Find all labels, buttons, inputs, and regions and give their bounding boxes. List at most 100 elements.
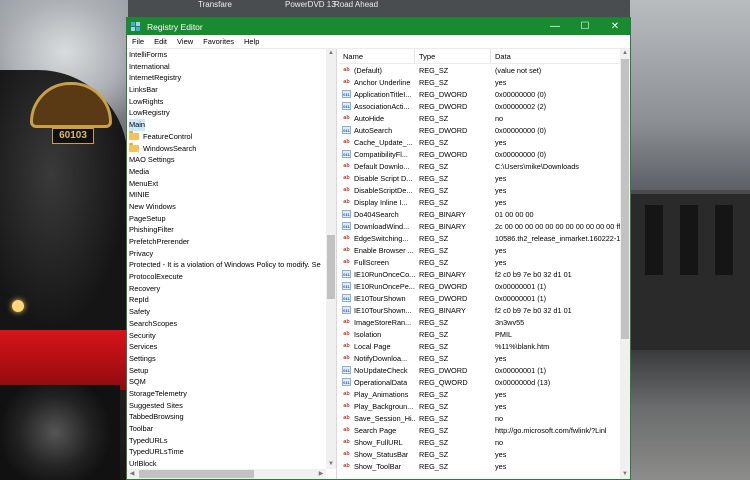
value-row[interactable]: ab FullScreen REG_SZ yes <box>339 256 620 268</box>
tree-item[interactable]: PhishingFilter <box>127 224 326 236</box>
title-bar[interactable]: Registry Editor — ☐ ✕ <box>127 18 630 35</box>
value-row[interactable]: ab Show_StatusBar REG_SZ yes <box>339 448 620 460</box>
value-row[interactable]: 011 OperationalData REG_QWORD 0x0000000d (1… <box>339 376 620 388</box>
menu-file[interactable]: File <box>127 37 149 46</box>
value-row[interactable]: ab AutoHide REG_SZ no <box>339 112 620 124</box>
value-row[interactable]: 011 ApplicationTitleI... REG_DWORD 0x000000… <box>339 88 620 100</box>
value-row[interactable]: ab Save_Session_Hi... REG_SZ no <box>339 412 620 424</box>
tree-item[interactable]: ProtocolExecute <box>127 271 326 283</box>
value-row[interactable]: ab Show_FullURL REG_SZ no <box>339 436 620 448</box>
tree-scroll-thumb[interactable] <box>327 235 335 299</box>
value-row[interactable]: ab EdgeSwitching... REG_SZ 10586.th2_releas… <box>339 232 620 244</box>
tree-item[interactable]: Safety <box>127 306 326 318</box>
tree-item[interactable]: Settings <box>127 353 326 365</box>
tree-item[interactable]: PrefetchPrerender <box>127 236 326 248</box>
value-row[interactable]: ab Enable Browser ... REG_SZ yes <box>339 244 620 256</box>
scroll-up-arrow-icon[interactable]: ▲ <box>620 49 630 58</box>
column-header-type[interactable]: Type <box>415 49 491 64</box>
menu-favorites[interactable]: Favorites <box>198 37 239 46</box>
menu-help[interactable]: Help <box>239 37 264 46</box>
close-button[interactable]: ✕ <box>600 18 630 35</box>
value-row[interactable]: 011 IE10RunOncePe... REG_DWORD 0x00000001 (… <box>339 280 620 292</box>
value-row[interactable]: ab Display Inline I... REG_SZ yes <box>339 196 620 208</box>
value-row[interactable]: ab Local Page REG_SZ %11%\blank.htm <box>339 340 620 352</box>
tree-vertical-scrollbar[interactable]: ▲ ▼ <box>326 49 336 469</box>
tree-item[interactable]: StorageTelemetry <box>127 388 326 400</box>
column-header-data[interactable]: Data <box>491 49 620 64</box>
tree-item[interactable]: Media <box>127 166 326 178</box>
value-row[interactable]: 011 DownloadWind... REG_BINARY 2c 00 00 00 … <box>339 220 620 232</box>
tree-item[interactable]: TypedURLsTime <box>127 446 326 458</box>
value-row[interactable]: ab Search Page REG_SZ http://go.microsoft.c… <box>339 424 620 436</box>
value-row[interactable]: ab Play_Animations REG_SZ yes <box>339 388 620 400</box>
scroll-left-arrow-icon[interactable]: ◀ <box>127 469 137 479</box>
value-row[interactable]: 011 CompatibilityFl... REG_DWORD 0x00000000… <box>339 148 620 160</box>
tree-item[interactable]: RepId <box>127 294 326 306</box>
maximize-button[interactable]: ☐ <box>570 18 600 35</box>
value-row[interactable]: ab Show_ToolBar REG_SZ yes <box>339 460 620 472</box>
value-row[interactable]: ab Disable Script D... REG_SZ yes <box>339 172 620 184</box>
tree-item[interactable]: PageSetup <box>127 213 326 225</box>
tree-item[interactable]: MAO Settings <box>127 154 326 166</box>
tree-item[interactable]: Recovery <box>127 283 326 295</box>
value-row[interactable]: 011 NoUpdateCheck REG_DWORD 0x00000001 (1) <box>339 364 620 376</box>
tree-item[interactable]: IntelliForms <box>127 49 326 61</box>
tree-item[interactable]: LowRights <box>127 96 326 108</box>
values-scroll-thumb[interactable] <box>621 59 629 339</box>
values-vertical-scrollbar[interactable]: ▲ ▼ <box>620 49 630 479</box>
value-row[interactable]: ab NotifyDownloa... REG_SZ yes <box>339 352 620 364</box>
tree-item[interactable]: International <box>127 61 326 73</box>
menu-view[interactable]: View <box>172 37 198 46</box>
tree-item[interactable]: Main <box>127 119 326 131</box>
tree-item[interactable]: SQM <box>127 376 326 388</box>
value-row[interactable]: 011 Do404Search REG_BINARY 01 00 00 00 <box>339 208 620 220</box>
tree-item[interactable]: New Windows <box>127 201 326 213</box>
value-row[interactable]: 011 AutoSearch REG_DWORD 0x00000000 (0) <box>339 124 620 136</box>
tree-item[interactable]: MINIE <box>127 189 326 201</box>
tree-item[interactable]: FeatureControl <box>127 131 326 143</box>
tree-item[interactable]: Privacy <box>127 248 326 260</box>
tree-item[interactable]: TypedURLs <box>127 435 326 447</box>
tree-item[interactable]: UrlBlock <box>127 458 326 469</box>
value-row[interactable]: ab Cache_Update_... REG_SZ yes <box>339 136 620 148</box>
column-header-name[interactable]: Name <box>339 49 415 64</box>
value-row[interactable]: ab (Default) REG_SZ (value not set) <box>339 64 620 76</box>
minimize-button[interactable]: — <box>540 18 570 35</box>
desktop-icon-label[interactable]: PowerDVD 13 <box>285 0 336 9</box>
value-row[interactable]: 011 IE10RunOnceCo... REG_BINARY f2 c0 b9 7e… <box>339 268 620 280</box>
tree-item[interactable]: TabbedBrowsing <box>127 411 326 423</box>
value-row[interactable]: ab Isolation REG_SZ PMIL <box>339 328 620 340</box>
tree-item[interactable]: Services <box>127 341 326 353</box>
value-row[interactable]: ab Anchor Underline REG_SZ yes <box>339 76 620 88</box>
wallpaper-coach-window <box>680 205 698 275</box>
tree-item[interactable]: Setup <box>127 365 326 377</box>
binary-value-icon: 011 <box>342 90 351 98</box>
scroll-down-arrow-icon[interactable]: ▼ <box>620 470 630 479</box>
tree-item[interactable]: SearchScopes <box>127 318 326 330</box>
menu-edit[interactable]: Edit <box>149 37 172 46</box>
tree-hscroll-thumb[interactable] <box>139 470 254 478</box>
value-row[interactable]: 011 IE10TourShown REG_DWORD 0x00000001 (1) <box>339 292 620 304</box>
tree-item[interactable]: Security <box>127 330 326 342</box>
scroll-up-arrow-icon[interactable]: ▲ <box>326 49 336 58</box>
value-row[interactable]: ab Default Downlo... REG_SZ C:\Users\mike\D… <box>339 160 620 172</box>
value-row[interactable]: 011 AssociationActi... REG_DWORD 0x00000002… <box>339 100 620 112</box>
value-row[interactable]: 011 IE10TourShown... REG_BINARY f2 c0 b9 7e… <box>339 304 620 316</box>
scroll-right-arrow-icon[interactable]: ▶ <box>316 469 326 479</box>
tree-item[interactable]: Protected - It is a violation of Windows… <box>127 259 326 271</box>
desktop-icon-label[interactable]: Transfare <box>198 0 232 9</box>
tree-item[interactable]: Suggested Sites <box>127 400 326 412</box>
tree-item[interactable]: Toolbar <box>127 423 326 435</box>
tree-item[interactable]: InternetRegistry <box>127 72 326 84</box>
value-row[interactable]: ab DisableScriptDe... REG_SZ yes <box>339 184 620 196</box>
tree-horizontal-scrollbar[interactable]: ◀ ▶ <box>127 469 326 479</box>
tree-item[interactable]: LowRegistry <box>127 107 326 119</box>
tree-item[interactable]: LinksBar <box>127 84 326 96</box>
value-row[interactable]: ab ImageStoreRan... REG_SZ 3n3wv55 <box>339 316 620 328</box>
desktop-icon-label[interactable]: Road Ahead <box>334 0 378 9</box>
tree-item[interactable]: MenuExt <box>127 178 326 190</box>
value-row[interactable]: ab Play_Backgroun... REG_SZ yes <box>339 400 620 412</box>
tree-item[interactable]: WindowsSearch <box>127 142 326 155</box>
scroll-down-arrow-icon[interactable]: ▼ <box>326 460 336 469</box>
tree-item-label: FeatureControl <box>143 131 193 141</box>
